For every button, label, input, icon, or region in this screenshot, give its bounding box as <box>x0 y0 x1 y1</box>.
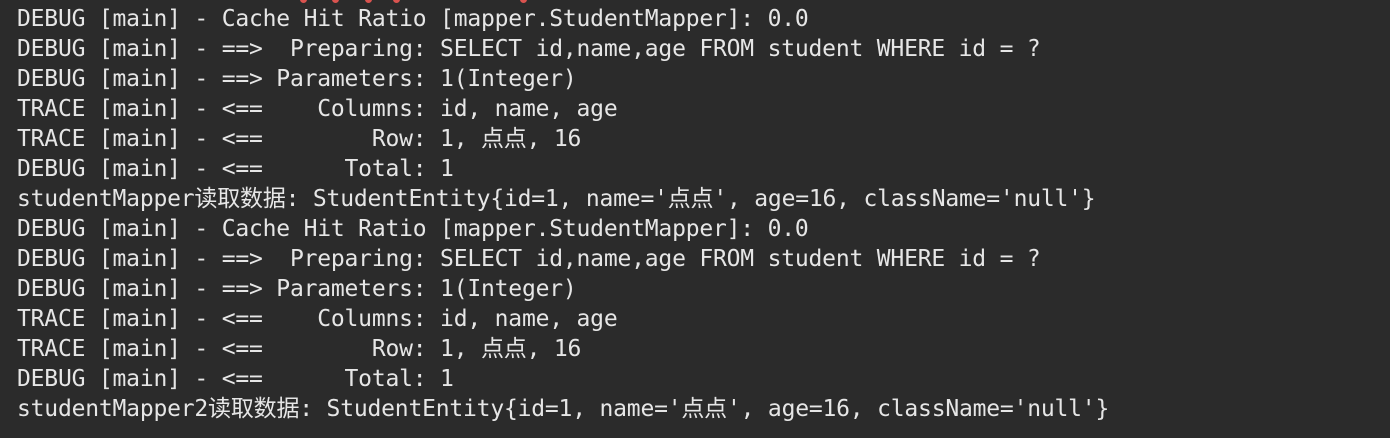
log-line: studentMapper2读取数据: StudentEntity{id=1, … <box>17 396 1110 422</box>
log-line: DEBUG [main] - ==> Preparing: SELECT id,… <box>17 246 1041 272</box>
console-output[interactable]: DEBUG [main] - Cache Hit Ratio [mapper.S… <box>0 0 1390 438</box>
clipped-mark <box>365 0 372 3</box>
log-line: DEBUG [main] - ==> Preparing: SELECT id,… <box>17 36 1041 62</box>
log-line: DEBUG [main] - Cache Hit Ratio [mapper.S… <box>17 216 809 242</box>
log-line: TRACE [main] - <== Row: 1, 点点, 16 <box>17 336 582 362</box>
log-line: DEBUG [main] - <== Total: 1 <box>17 156 454 182</box>
clipped-mark <box>332 0 339 3</box>
log-line: DEBUG [main] - <== Total: 1 <box>17 366 454 392</box>
clipped-mark <box>393 0 400 3</box>
log-lines: DEBUG [main] - Cache Hit Ratio [mapper.S… <box>17 4 1109 424</box>
log-line: studentMapper读取数据: StudentEntity{id=1, n… <box>17 186 1096 212</box>
log-line: TRACE [main] - <== Columns: id, name, ag… <box>17 96 618 122</box>
clipped-previous-line <box>0 0 600 3</box>
log-line: DEBUG [main] - ==> Parameters: 1(Integer… <box>17 276 577 302</box>
clipped-mark <box>520 0 527 3</box>
log-line: DEBUG [main] - ==> Parameters: 1(Integer… <box>17 66 577 92</box>
clipped-mark <box>300 0 307 3</box>
log-line: DEBUG [main] - Cache Hit Ratio [mapper.S… <box>17 6 809 32</box>
log-line: TRACE [main] - <== Row: 1, 点点, 16 <box>17 126 582 152</box>
log-line: TRACE [main] - <== Columns: id, name, ag… <box>17 306 618 332</box>
